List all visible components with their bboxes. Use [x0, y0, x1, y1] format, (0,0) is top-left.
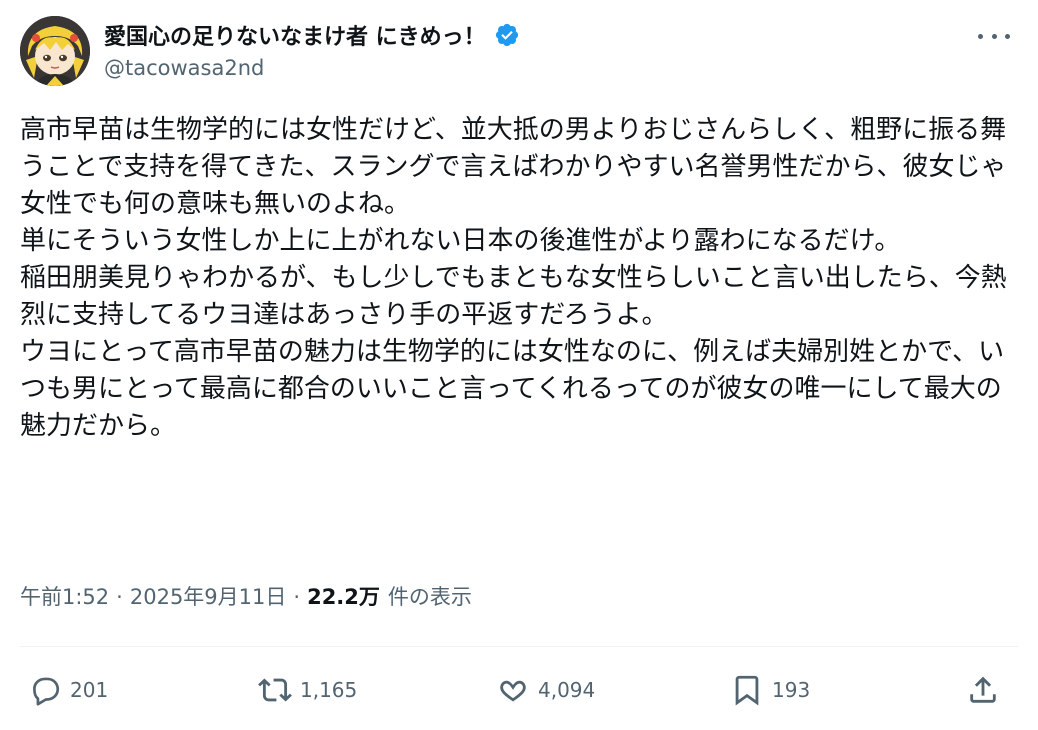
meta-separator: ·	[293, 585, 301, 609]
verified-badge-icon	[494, 22, 520, 48]
display-name-row[interactable]: 愛国心の足りないなまけ者 にきめっ！	[104, 18, 520, 52]
more-options-icon[interactable]	[978, 24, 1010, 48]
anime-character-avatar-icon	[20, 16, 90, 86]
user-handle[interactable]: @tacowasa2nd	[104, 56, 264, 80]
share-icon	[970, 676, 996, 703]
reply-count: 201	[70, 678, 109, 702]
repost-count: 1,165	[300, 678, 358, 702]
repost-button[interactable]: 1,165	[258, 672, 357, 708]
views-label[interactable]: 件の表示	[388, 581, 472, 611]
bookmark-icon	[735, 675, 759, 706]
avatar[interactable]	[20, 16, 90, 86]
display-name[interactable]: 愛国心の足りないなまけ者 にきめっ！	[104, 19, 486, 51]
reply-button[interactable]: 201	[28, 672, 108, 708]
tweet: 愛国心の足りないなまけ者 にきめっ！ @tacowasa2nd 高市早苗は生物学…	[0, 0, 1038, 730]
meta-separator: ·	[116, 585, 123, 609]
post-meta: 午前1:52 · 2025年9月11日 · 22.2万 件の表示	[20, 581, 472, 611]
like-button[interactable]: 4,094	[496, 672, 595, 708]
divider	[20, 646, 1018, 647]
bookmark-button[interactable]: 193	[730, 672, 810, 708]
bookmark-count: 193	[772, 678, 811, 702]
post-text: 高市早苗は生物学的には女性だけど、並大抵の男よりおじさんらしく、粗野に振る舞うこ…	[20, 115, 1007, 441]
post-time[interactable]: 午前1:52	[20, 581, 109, 611]
heart-icon	[500, 680, 526, 702]
views-count[interactable]: 22.2万	[307, 581, 380, 611]
reply-icon	[33, 677, 60, 706]
share-button[interactable]	[966, 672, 1000, 708]
repost-icon	[258, 678, 292, 702]
post-date[interactable]: 2025年9月11日	[130, 581, 287, 611]
like-count: 4,094	[538, 678, 596, 702]
